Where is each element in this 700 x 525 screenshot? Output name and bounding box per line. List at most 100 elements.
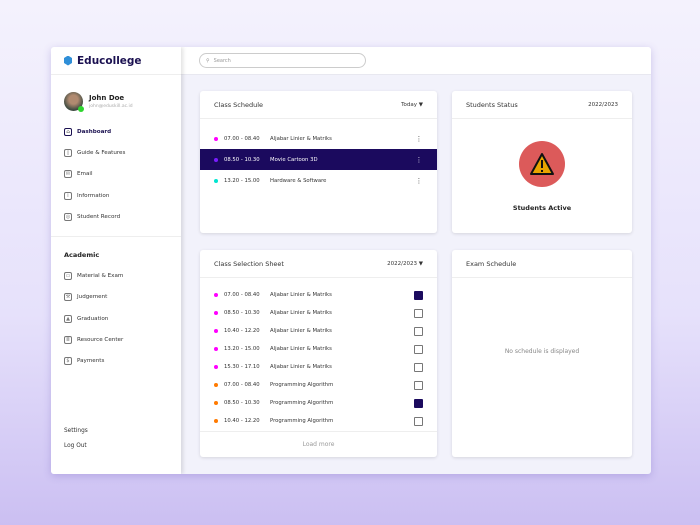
sidebar-item-judgement[interactable]: ⚒ Judgement: [51, 287, 181, 308]
sidebar-item-label: Student Record: [77, 213, 121, 220]
selection-row: 10.40 - 12.20 Aljabar Linier & Matriks: [200, 322, 437, 340]
more-options-icon[interactable]: ⋮: [415, 177, 423, 185]
class-schedule-card: Class Schedule Today ▼ 07.00 - 08.40 Aljab…: [200, 91, 437, 233]
sidebar-item-information[interactable]: i Information: [51, 185, 181, 206]
subject: Hardware & Software: [270, 177, 327, 184]
sidebar-item-email[interactable]: ✉ Email: [51, 164, 181, 185]
time: 07.00 - 08.40: [224, 382, 260, 388]
subject: Aljabar Linier & Matriks: [270, 292, 332, 298]
sidebar-item-guide-features[interactable]: ▯ Guide & Features: [51, 142, 181, 163]
selection-row: 13.20 - 15.00 Aljabar Linier & Matriks: [200, 340, 437, 358]
monitor-icon: ▭: [64, 272, 72, 281]
app-window: Educollege John Doe john@eduskill.ac.id ⌂…: [51, 47, 651, 474]
card-title: Students Status: [466, 100, 518, 109]
settings-link[interactable]: Settings: [64, 428, 88, 443]
more-options-icon[interactable]: ⋮: [415, 135, 423, 143]
subject: Aljabar Linier & Matriks: [270, 135, 332, 142]
class-selection-card: Class Selection Sheet 2022/2023 ▼ 07.00 -…: [200, 250, 437, 457]
subject: Movie Cartoon 3D: [270, 156, 318, 163]
select-checkbox[interactable]: [414, 344, 423, 354]
caret-down-icon: ▼: [418, 101, 423, 108]
color-dot: [214, 293, 218, 297]
color-dot: [214, 157, 218, 162]
year-value: 2022/2023: [387, 260, 418, 267]
graduation-cap-icon: ▲: [64, 314, 72, 323]
select-checkbox[interactable]: [414, 326, 423, 336]
schedule-filter-dropdown[interactable]: Today ▼: [401, 102, 423, 108]
time: 15.30 - 17.10: [224, 364, 260, 370]
select-checkbox[interactable]: [414, 398, 423, 408]
sidebar-item-label: Information: [77, 192, 110, 199]
award-icon: ◎: [64, 212, 72, 221]
sidebar-item-payments[interactable]: $ Payments: [51, 351, 181, 372]
card-title: Exam Schedule: [466, 259, 517, 268]
schedule-row[interactable]: 13.20 - 15.00 Hardware & Software ⋮: [200, 170, 437, 191]
subject: Aljabar Linier & Matriks: [270, 310, 332, 316]
select-checkbox[interactable]: [414, 290, 423, 300]
bank-icon: Ⅲ: [64, 336, 72, 345]
schedule-row[interactable]: 07.00 - 08.40 Aljabar Linier & Matriks ⋮: [200, 128, 437, 149]
section-title-academic: Academic: [64, 251, 100, 260]
book-icon: ▯: [64, 148, 72, 157]
selection-row: 10.40 - 12.20 Programming Algorithm: [200, 412, 437, 430]
time: 08.50 - 10.30: [224, 156, 260, 163]
user-name: John Doe: [89, 94, 125, 102]
search-icon: ⚲: [206, 57, 210, 64]
color-dot: [214, 383, 218, 387]
time: 10.40 - 12.20: [224, 418, 260, 424]
warning-icon: [519, 141, 565, 187]
time: 07.00 - 08.40: [224, 292, 260, 298]
schedule-row[interactable]: 08.50 - 10.30 Movie Cartoon 3D ⋮: [200, 149, 437, 170]
more-options-icon[interactable]: ⋮: [415, 156, 423, 164]
filter-value: Today: [401, 101, 418, 108]
subject: Aljabar Linier & Matriks: [270, 364, 332, 370]
subject: Programming Algorithm: [270, 400, 334, 406]
subject: Aljabar Linier & Matriks: [270, 346, 332, 352]
sidebar-item-label: Material & Exam: [77, 273, 124, 280]
select-checkbox[interactable]: [414, 416, 423, 426]
caret-down-icon: ▼: [418, 260, 423, 267]
selection-row: 07.00 - 08.40 Aljabar Linier & Matriks: [200, 286, 437, 304]
payment-icon: $: [64, 357, 72, 366]
exam-schedule-card: Exam Schedule No schedule is displayed: [452, 250, 632, 457]
select-checkbox[interactable]: [414, 362, 423, 372]
search-input[interactable]: ⚲ Search: [199, 53, 366, 68]
home-icon: ⌂: [64, 127, 72, 136]
sidebar-item-student-record[interactable]: ◎ Student Record: [51, 206, 181, 227]
color-dot: [214, 178, 218, 183]
year-dropdown[interactable]: 2022/2023 ▼: [387, 261, 423, 267]
sidebar-item-material-exam[interactable]: ▭ Material & Exam: [51, 265, 181, 286]
time: 07.00 - 08.40: [224, 135, 260, 142]
status-year: 2022/2023: [588, 101, 618, 108]
sidebar-item-graduation[interactable]: ▲ Graduation: [51, 308, 181, 329]
status-label: Students Active: [512, 204, 572, 212]
card-title: Class Selection Sheet: [214, 259, 284, 268]
color-dot: [214, 311, 218, 315]
load-more-button[interactable]: Load more: [200, 431, 437, 457]
time: 13.20 - 15.00: [224, 177, 260, 184]
color-dot: [214, 136, 218, 141]
search-placeholder: Search: [213, 57, 231, 64]
color-dot: [214, 419, 218, 423]
sidebar-item-dashboard[interactable]: ⌂ Dashboard: [51, 121, 181, 142]
time: 13.20 - 15.00: [224, 346, 260, 352]
color-dot: [214, 365, 218, 369]
sidebar-item-label: Dashboard: [77, 128, 112, 135]
sidebar-item-label: Resource Center: [77, 337, 124, 344]
user-profile[interactable]: John Doe john@eduskill.ac.id: [64, 92, 181, 112]
sidebar-item-resource-center[interactable]: Ⅲ Resource Center: [51, 329, 181, 350]
select-checkbox[interactable]: [414, 380, 423, 390]
info-icon: i: [64, 191, 72, 200]
color-dot: [214, 401, 218, 405]
mail-icon: ✉: [64, 170, 72, 179]
card-title: Class Schedule: [214, 100, 264, 109]
user-email: john@eduskill.ac.id: [89, 104, 133, 109]
gavel-icon: ⚒: [64, 293, 72, 302]
selection-row: 08.50 - 10.30 Programming Algorithm: [200, 394, 437, 412]
logout-link[interactable]: Log Out: [64, 443, 88, 458]
logo[interactable]: Educollege: [51, 47, 181, 75]
selection-row: 08.50 - 10.30 Aljabar Linier & Matriks: [200, 304, 437, 322]
select-checkbox[interactable]: [414, 308, 423, 318]
time: 10.40 - 12.20: [224, 328, 260, 334]
sidebar: Educollege John Doe john@eduskill.ac.id ⌂…: [51, 47, 181, 474]
